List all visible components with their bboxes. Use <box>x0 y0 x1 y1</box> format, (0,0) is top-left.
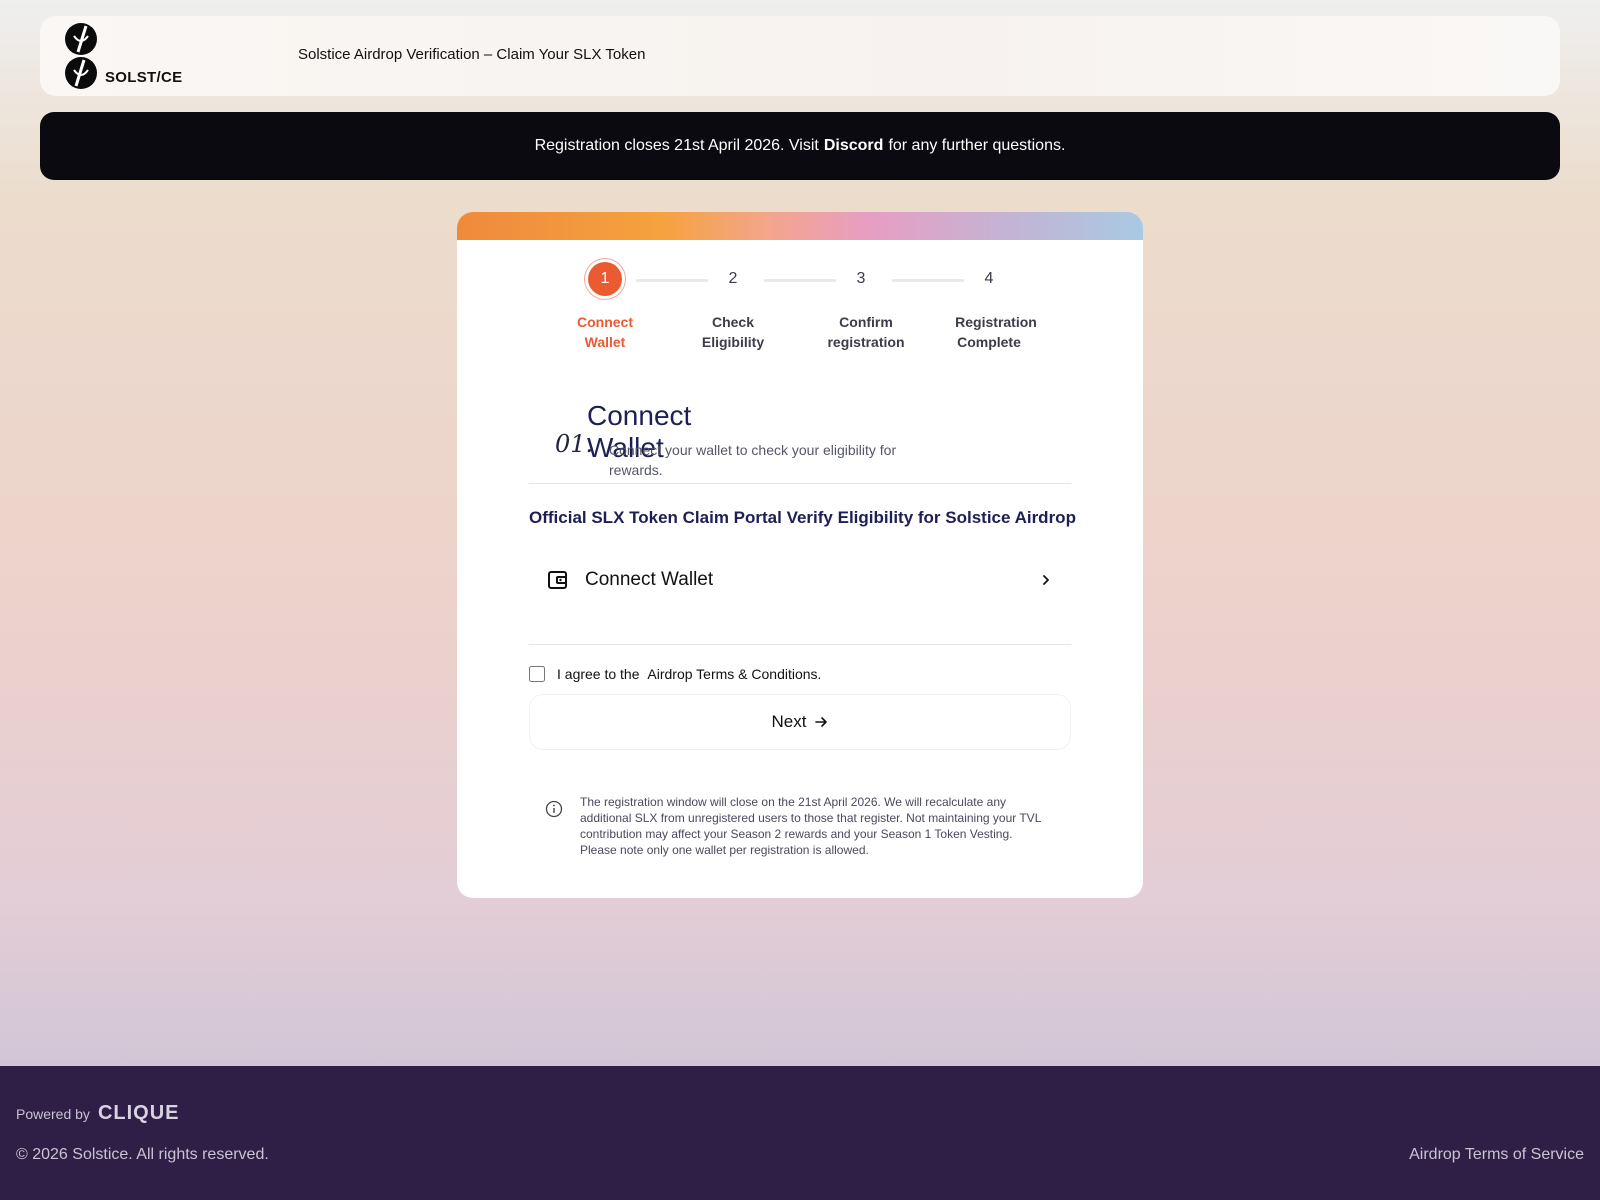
banner-text-before: Registration closes 21st April 2026. Vis… <box>534 137 819 154</box>
page-title: Solstice Airdrop Verification – Claim Yo… <box>298 46 646 63</box>
step-label: Check Eligibility <box>673 312 793 352</box>
step-label: Confirm registration <box>811 312 921 352</box>
footer: Powered by CLIQUE © 2026 Solstice. All r… <box>0 1066 1600 1200</box>
step-number: 4 <box>984 270 994 287</box>
card-gradient-bar <box>457 212 1143 240</box>
portal-title: Official SLX Token Claim Portal Verify E… <box>529 508 1076 527</box>
next-button[interactable]: Next <box>529 694 1071 750</box>
section-title-line: Connect <box>587 400 692 431</box>
agree-checkbox[interactable] <box>529 666 545 682</box>
connect-wallet-label: Connect Wallet <box>585 569 714 590</box>
clique-logo[interactable]: CLIQUE <box>98 1102 180 1125</box>
step-label-line: Wallet <box>584 334 626 350</box>
step-connect-wallet: 1 Connect Wallet <box>545 262 665 352</box>
step-check-eligibility: 2 Check Eligibility <box>673 262 793 352</box>
next-button-label: Next <box>771 712 807 731</box>
solstice-logo[interactable]: SOLST/CE <box>64 22 194 90</box>
step-label: Connect Wallet <box>545 312 665 352</box>
banner-text-after: for any further questions. <box>888 137 1066 154</box>
step-label-line: Complete <box>957 334 1021 350</box>
powered-by: Powered by CLIQUE <box>16 1102 180 1125</box>
divider <box>529 644 1071 645</box>
terms-conditions-link[interactable]: Airdrop Terms & Conditions. <box>647 666 821 682</box>
step-label-line: Eligibility <box>701 334 765 350</box>
agree-terms-text: I agree to the Airdrop Terms & Condition… <box>557 666 821 682</box>
announcement-banner: Registration closes 21st April 2026. Vis… <box>40 112 1560 180</box>
chevron-right-icon <box>1043 575 1049 585</box>
step-number: 1 <box>588 262 622 296</box>
agree-label: I agree to the <box>557 666 640 682</box>
powered-by-label: Powered by <box>16 1105 90 1122</box>
step-label-line: Check <box>711 314 755 330</box>
step-registration-complete: 4 Registration Complete <box>929 262 1049 352</box>
registration-card: 1 Connect Wallet 2 Check Eligibility 3 C… <box>457 212 1143 898</box>
connect-wallet-button[interactable]: Connect Wallet <box>529 552 1071 608</box>
logo-wordmark: SOLST/CE <box>105 69 183 86</box>
section-description: Connect your wallet to check your eligib… <box>609 442 897 478</box>
header-bar: SOLST/CE Solstice Airdrop Verification –… <box>40 16 1560 96</box>
step-label-line: Confirm <box>839 314 893 330</box>
solstice-logo-mark-icon <box>65 23 97 89</box>
wallet-icon <box>548 571 567 589</box>
step-number: 2 <box>728 270 738 287</box>
info-icon <box>545 800 563 818</box>
step-label-line: registration <box>827 334 905 350</box>
stepper: 1 Connect Wallet 2 Check Eligibility 3 C… <box>457 262 1143 362</box>
step-number: 3 <box>856 270 866 287</box>
step-label-line: Registration <box>955 314 1037 330</box>
discord-link[interactable]: Discord <box>824 137 884 155</box>
copyright-text: © 2026 Solstice. All rights reserved. <box>16 1146 269 1163</box>
divider <box>529 483 1071 484</box>
step-label: Registration Complete <box>929 312 1049 352</box>
registration-info-text: The registration window will close on th… <box>580 795 1041 857</box>
step-label-line: Connect <box>577 314 633 330</box>
arrow-right-icon <box>815 717 828 727</box>
terms-of-service-link[interactable]: Airdrop Terms of Service <box>1409 1146 1584 1164</box>
step-confirm-registration: 3 Confirm registration <box>801 262 921 352</box>
